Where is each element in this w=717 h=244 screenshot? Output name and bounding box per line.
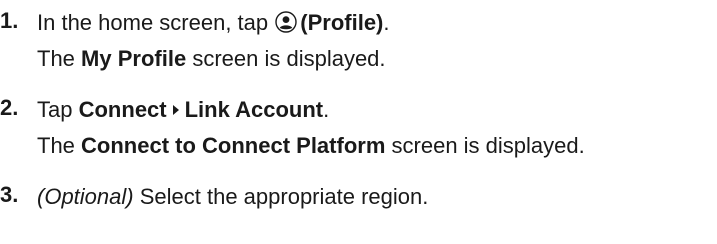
step-text: Select the appropriate region. <box>139 184 429 209</box>
profile-icon <box>275 11 297 33</box>
step-text: In the home screen, tap <box>37 10 269 35</box>
step-punct: . <box>323 97 330 122</box>
step-number: 3. <box>0 182 19 207</box>
step-text: Tap <box>37 97 73 122</box>
step-punct: . <box>383 10 390 35</box>
menu-item-connect: Connect <box>78 97 167 122</box>
step-text: The <box>37 133 75 158</box>
step-2-line-1: Tap Connect Link Account. <box>37 97 329 123</box>
optional-label: (Optional) <box>37 184 134 209</box>
caret-right-icon <box>172 105 179 116</box>
screen-name: Connect to Connect Platform <box>81 133 386 158</box>
step-1-line-2: The My Profile screen is displayed. <box>37 46 386 72</box>
step-text: screen is displayed. <box>391 133 585 158</box>
step-text: screen is displayed. <box>192 46 386 71</box>
step-number: 2. <box>0 95 19 120</box>
step-1-line-1: In the home screen, tap (Profile). <box>37 10 390 36</box>
menu-item-link-account: Link Account <box>184 97 324 122</box>
step-2-line-2: The Connect to Connect Platform screen i… <box>37 133 585 159</box>
profile-label: (Profile) <box>300 10 384 35</box>
step-3-line-1: (Optional) Select the appropriate region… <box>37 184 428 210</box>
step-text: The <box>37 46 75 71</box>
step-number: 1. <box>0 8 19 33</box>
screen-name: My Profile <box>81 46 187 71</box>
